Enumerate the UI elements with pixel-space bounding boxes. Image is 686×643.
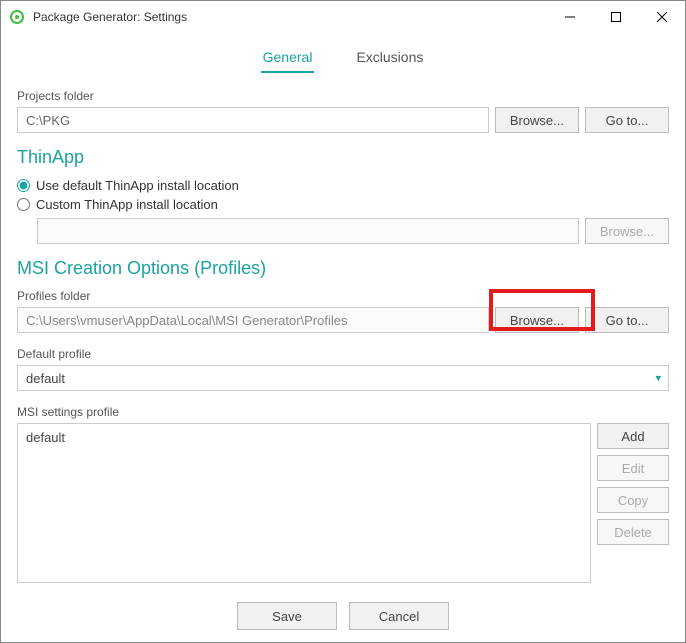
window-controls <box>547 2 685 32</box>
thinapp-default-label: Use default ThinApp install location <box>36 178 239 193</box>
msi-settings-profile-label: MSI settings profile <box>17 405 669 419</box>
delete-button: Delete <box>597 519 669 545</box>
thinapp-section-title: ThinApp <box>17 147 669 168</box>
edit-button: Edit <box>597 455 669 481</box>
profiles-folder-label: Profiles folder <box>17 289 669 303</box>
thinapp-default-radio[interactable] <box>17 179 30 192</box>
list-item[interactable]: default <box>22 428 586 447</box>
msi-section-title: MSI Creation Options (Profiles) <box>17 258 669 279</box>
tab-bar: General Exclusions <box>17 45 669 73</box>
default-profile-label: Default profile <box>17 347 669 361</box>
save-button[interactable]: Save <box>237 602 337 630</box>
projects-goto-button[interactable]: Go to... <box>585 107 669 133</box>
add-button[interactable]: Add <box>597 423 669 449</box>
close-button[interactable] <box>639 2 685 32</box>
minimize-button[interactable] <box>547 2 593 32</box>
thinapp-default-radio-row[interactable]: Use default ThinApp install location <box>17 178 669 193</box>
projects-folder-input[interactable] <box>17 107 489 133</box>
projects-folder-label: Projects folder <box>17 89 669 103</box>
copy-button: Copy <box>597 487 669 513</box>
profiles-goto-button[interactable]: Go to... <box>585 307 669 333</box>
titlebar: Package Generator: Settings <box>1 1 685 33</box>
footer: Save Cancel <box>1 602 685 630</box>
projects-browse-button[interactable]: Browse... <box>495 107 579 133</box>
thinapp-custom-radio[interactable] <box>17 198 30 211</box>
default-profile-select[interactable] <box>17 365 669 391</box>
tab-general[interactable]: General <box>261 45 315 73</box>
thinapp-browse-button: Browse... <box>585 218 669 244</box>
maximize-button[interactable] <box>593 2 639 32</box>
msi-profile-listbox[interactable]: default <box>17 423 591 583</box>
profiles-folder-input[interactable] <box>17 307 489 333</box>
thinapp-custom-label: Custom ThinApp install location <box>36 197 218 212</box>
tab-exclusions[interactable]: Exclusions <box>354 45 425 73</box>
profiles-browse-button[interactable]: Browse... <box>495 307 579 333</box>
thinapp-custom-radio-row[interactable]: Custom ThinApp install location <box>17 197 669 212</box>
window-title: Package Generator: Settings <box>33 10 187 24</box>
cancel-button[interactable]: Cancel <box>349 602 449 630</box>
app-icon <box>9 9 25 25</box>
thinapp-path-input <box>37 218 579 244</box>
